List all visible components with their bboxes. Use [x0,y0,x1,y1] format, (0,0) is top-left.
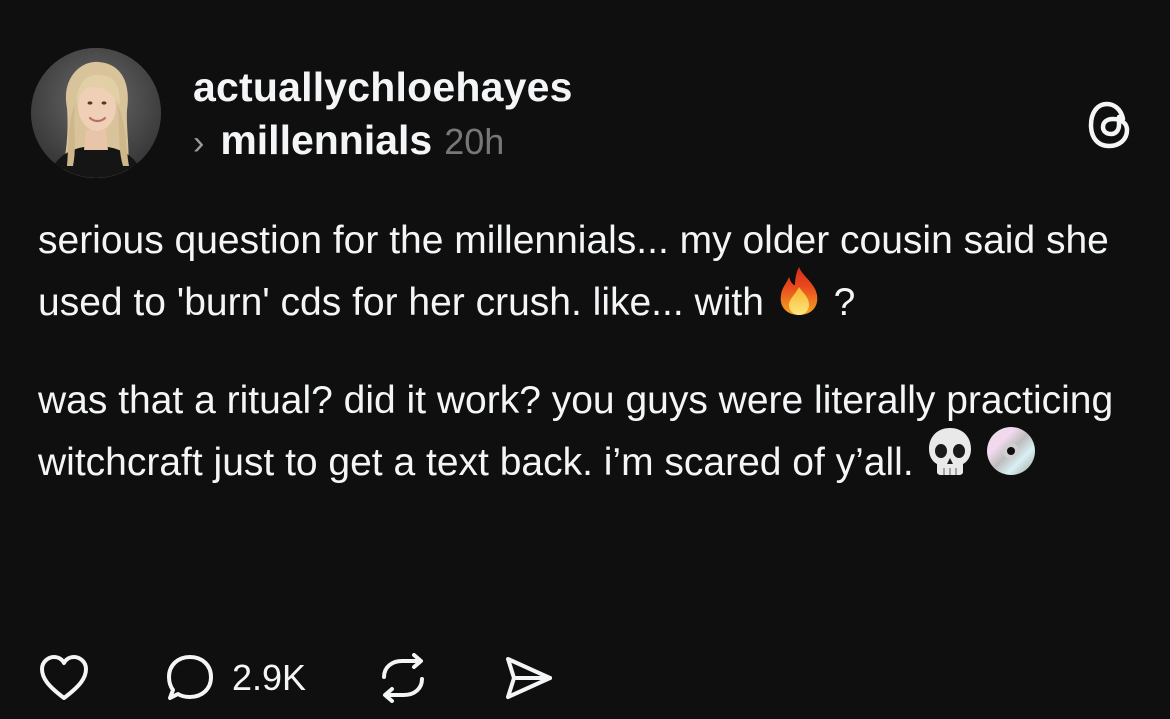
skull-emoji [925,425,975,496]
community-line: › millennials 20h [193,116,573,167]
chevron-right-icon: › [193,124,205,162]
post-text-1: serious question for the millennials... … [38,219,1109,324]
post-body: serious question for the millennials... … [38,210,1148,496]
send-icon [502,653,556,703]
repost-icon [376,653,430,703]
comment-icon [164,653,216,703]
thread-post: actuallychloehayes › millennials 20h ser… [0,0,1170,719]
community-name[interactable]: millennials [220,116,432,164]
reply-button[interactable]: 2.9K [164,653,306,703]
cd-emoji [985,425,1037,496]
repost-button[interactable] [376,653,430,703]
post-paragraph-1: serious question for the millennials... … [38,210,1148,336]
post-paragraph-2: was that a ritual? did it work? you guys… [38,370,1148,496]
post-text-1-question: ? [833,281,856,324]
avatar[interactable] [31,48,161,178]
reply-count: 2.9K [232,657,307,698]
fire-emoji [775,265,823,336]
post-time: 20h [444,121,505,162]
username[interactable]: actuallychloehayes [193,62,573,112]
heart-icon [38,654,90,702]
share-button[interactable] [502,653,556,703]
threads-logo-icon[interactable] [1083,97,1139,153]
like-button[interactable] [38,654,90,702]
action-bar: 2.9K [38,648,556,708]
post-header: actuallychloehayes › millennials 20h [193,62,573,167]
